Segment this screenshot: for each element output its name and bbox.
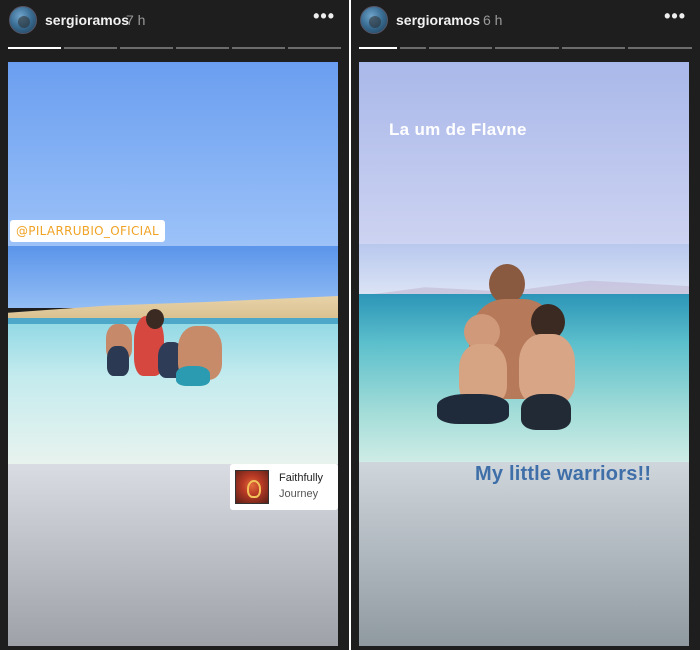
story-progress-bar [8,47,341,49]
post-time: 6 h [483,12,503,28]
progress-segment [428,47,493,49]
progress-segment [561,47,626,49]
story-background-bottom [359,462,689,646]
progress-segment [359,47,398,49]
person-figure [176,366,210,386]
person-figure [489,264,525,304]
person-figure [521,394,571,430]
story-header: sergioramos 7 h ••• [0,0,349,46]
more-options-icon[interactable]: ••• [313,6,335,27]
progress-segment [288,47,341,49]
mention-sticker[interactable]: @PILARRUBIO_OFICIAL [10,220,166,242]
progress-segment [495,47,559,49]
story-caption-top: La um de Flavne [389,120,527,139]
username[interactable]: sergioramos [45,12,129,28]
story-caption-bottom: My little warriors!! [475,463,652,485]
story-progress-bar [359,47,692,49]
beach-family-photo [8,246,338,464]
story-background-top [359,62,689,244]
progress-segment [64,47,117,49]
song-artist: Journey [279,488,319,500]
progress-segment [400,47,426,49]
story-header: sergioramos 6 h ••• [351,0,700,46]
progress-segment [8,47,61,49]
more-options-icon[interactable]: ••• [664,6,686,27]
story-content[interactable]: @PILARRUBIO_OFICIAL Faithfully Journey [8,62,338,646]
progress-segment [176,47,229,49]
album-art-icon [235,470,269,504]
person-figure [146,309,164,329]
song-title: Faithfully [279,472,324,484]
music-sticker[interactable]: Faithfully Journey [230,464,338,510]
person-figure [107,346,129,376]
avatar[interactable] [9,6,37,34]
beach-boys-photo [359,244,689,462]
story-background-top [8,62,338,246]
post-time: 7 h [126,12,146,28]
story-content[interactable]: La um de Flavne My little warriors!! [359,62,689,646]
progress-segment [120,47,173,49]
progress-segment [232,47,285,49]
story-panel-right[interactable]: sergioramos 6 h ••• La um de Flavne My l… [351,0,700,650]
progress-segment [628,47,692,49]
person-figure [437,394,509,424]
story-panel-left[interactable]: sergioramos 7 h ••• @PILARRUBIO_OFICIAL [0,0,349,650]
avatar[interactable] [360,6,388,34]
username[interactable]: sergioramos [396,12,480,28]
